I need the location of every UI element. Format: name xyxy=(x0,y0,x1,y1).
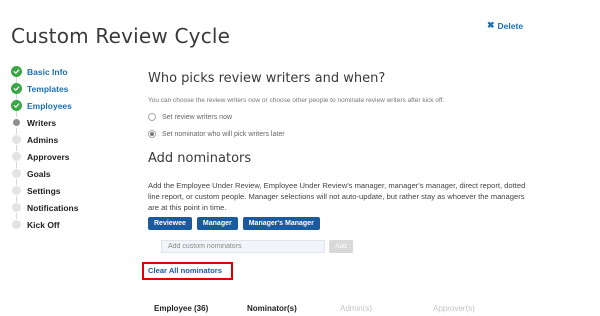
step-templates[interactable]: Templates xyxy=(11,80,121,97)
page-title: Custom Review Cycle xyxy=(11,24,231,48)
column-header-admins[interactable]: Admin(s) xyxy=(340,304,372,313)
pending-step-icon xyxy=(11,134,22,145)
step-label: Goals xyxy=(27,168,51,179)
radio-button-selected[interactable] xyxy=(148,130,156,138)
nominators-heading: Add nominators xyxy=(148,151,252,166)
pending-step-icon xyxy=(11,219,22,230)
check-icon xyxy=(11,66,22,77)
writers-helper-text: You can choose the review writers now or… xyxy=(148,97,445,104)
step-settings[interactable]: Settings xyxy=(11,182,121,199)
step-approvers[interactable]: Approvers xyxy=(11,148,121,165)
option-label: Set review writers now xyxy=(162,113,233,121)
pending-step-icon xyxy=(11,151,22,162)
writers-heading: Who picks review writers and when? xyxy=(148,71,386,86)
add-button[interactable]: Add xyxy=(329,240,353,253)
manager-button[interactable]: Manager xyxy=(196,217,238,230)
step-employees[interactable]: Employees xyxy=(11,97,121,114)
step-navigation: Basic Info Templates Employees Writers A… xyxy=(11,63,121,233)
step-label: Templates xyxy=(27,83,69,94)
current-step-icon xyxy=(11,117,22,128)
column-header-nominators[interactable]: Nominator(s) xyxy=(247,304,297,313)
pending-step-icon xyxy=(11,185,22,196)
pending-step-icon xyxy=(11,202,22,213)
nominator-quick-add: Reviewee Manager Manager's Manager xyxy=(148,217,320,230)
step-kick-off[interactable]: Kick Off xyxy=(11,216,121,233)
clear-all-nominators-link[interactable]: Clear All nominators xyxy=(148,266,222,275)
pending-step-icon xyxy=(11,168,22,179)
step-label: Admins xyxy=(27,134,59,145)
set-writers-now-option[interactable]: Set review writers now xyxy=(148,113,232,121)
check-icon xyxy=(11,100,22,111)
set-nominator-later-option[interactable]: Set nominator who will pick writers late… xyxy=(148,130,285,138)
step-label: Notifications xyxy=(27,202,79,213)
step-label: Basic Info xyxy=(27,66,68,77)
option-label: Set nominator who will pick writers late… xyxy=(162,130,285,138)
delete-button[interactable]: ✖ Delete xyxy=(487,20,523,31)
step-admins[interactable]: Admins xyxy=(11,131,121,148)
reviewee-button[interactable]: Reviewee xyxy=(148,217,192,230)
step-label: Employees xyxy=(27,100,72,111)
column-header-employee[interactable]: Employee (36) xyxy=(154,304,208,313)
step-label: Settings xyxy=(27,185,61,196)
step-writers[interactable]: Writers xyxy=(11,114,121,131)
radio-button[interactable] xyxy=(148,113,156,121)
check-icon xyxy=(11,83,22,94)
step-goals[interactable]: Goals xyxy=(11,165,121,182)
step-label: Approvers xyxy=(27,151,70,162)
step-basic-info[interactable]: Basic Info xyxy=(11,63,121,80)
column-header-approvers[interactable]: Approver(s) xyxy=(433,304,475,313)
step-label: Writers xyxy=(27,117,57,128)
custom-nominator-input[interactable] xyxy=(161,240,325,253)
managers-manager-button[interactable]: Manager's Manager xyxy=(242,217,320,230)
step-label: Kick Off xyxy=(27,219,60,230)
close-icon: ✖ xyxy=(487,20,495,30)
nominators-description: Add the Employee Under Review, Employee … xyxy=(148,181,526,213)
delete-label: Delete xyxy=(497,20,524,31)
step-notifications[interactable]: Notifications xyxy=(11,199,121,216)
